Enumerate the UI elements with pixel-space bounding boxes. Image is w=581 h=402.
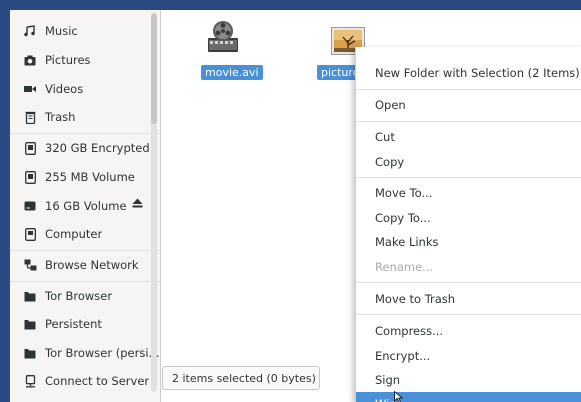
menu-separator: [356, 177, 581, 178]
drive-icon: [23, 141, 37, 155]
menu-item-cut[interactable]: Cut: [356, 125, 581, 149]
menu-item-encrypt[interactable]: Encrypt...: [356, 344, 581, 368]
video-file-icon[interactable]: [206, 20, 240, 54]
sidebar-item-label: Videos: [45, 82, 84, 96]
menu-item-copy[interactable]: Copy: [356, 150, 581, 174]
sidebar-item-label: Connect to Server: [45, 374, 150, 388]
menu-item-rename: Rename...: [375, 260, 434, 274]
menu-separator: [356, 121, 581, 122]
sidebar-item-label: Tor Browser (persi...: [45, 346, 160, 360]
film-icon: [23, 82, 37, 96]
file-label-picture[interactable]: picture: [317, 65, 357, 80]
sidebar-item-255mb-volume[interactable]: 255 MB Volume: [10, 165, 160, 189]
menu-item-make-links[interactable]: Make Links: [356, 230, 581, 254]
sidebar-separator: [10, 250, 160, 251]
folder-icon: [23, 346, 37, 360]
drive-icon: [23, 170, 37, 184]
sidebar-item-label: Persistent: [45, 317, 102, 331]
menu-separator: [356, 89, 581, 90]
sidebar-item-persistent[interactable]: Persistent: [10, 312, 160, 336]
menu-separator: [356, 314, 581, 315]
menu-item-open[interactable]: Open: [356, 93, 581, 117]
sidebar-item-label: 320 GB Encrypted: [45, 141, 150, 155]
sidebar-item-16gb-volume[interactable]: 16 GB Volume: [10, 194, 160, 218]
drive-icon: [23, 199, 37, 213]
sidebar-separator: [10, 281, 160, 282]
sidebar-item-label: Trash: [45, 110, 76, 124]
sidebar-separator: [10, 133, 160, 134]
menu-item-sign[interactable]: Sign: [356, 368, 581, 392]
menu-item-new-folder-with-selection[interactable]: New Folder with Selection (2 Items): [356, 61, 581, 85]
menu-item-copy-to[interactable]: Copy To...: [356, 206, 581, 230]
network-icon: [23, 258, 37, 272]
file-label-movie[interactable]: movie.avi: [201, 65, 263, 80]
menu-item-move-to-trash[interactable]: Move to Trash: [356, 287, 581, 311]
sidebar-item-computer[interactable]: Computer: [10, 222, 160, 246]
sidebar-item-320gb-encrypted[interactable]: 320 GB Encrypted: [10, 136, 160, 160]
sidebar-item-tor-browser[interactable]: Tor Browser: [10, 284, 160, 308]
folder-icon: [23, 289, 37, 303]
sidebar-divider: [160, 10, 161, 402]
sidebar-item-label: 255 MB Volume: [45, 170, 135, 184]
sidebar-item-tor-browser-persistent[interactable]: Tor Browser (persi...: [10, 341, 160, 365]
computer-icon: [23, 227, 37, 241]
menu-item-compress[interactable]: Compress...: [356, 319, 581, 343]
sidebar-item-label: Music: [45, 24, 78, 38]
sidebar-item-pictures[interactable]: Pictures: [10, 48, 160, 72]
sidebar-scrollbar-thumb[interactable]: [151, 14, 157, 124]
sidebar: Music Pictures Videos Trash 320 GB Encry…: [10, 10, 160, 402]
trash-icon: [23, 110, 37, 124]
sidebar-item-label: Computer: [45, 227, 103, 241]
folder-icon: [23, 317, 37, 331]
music-note-icon: [23, 24, 37, 38]
camera-icon: [23, 53, 37, 67]
server-icon: [23, 374, 37, 388]
menu-item-move-to[interactable]: Move To...: [356, 181, 581, 205]
sidebar-item-music[interactable]: Music: [10, 19, 160, 43]
context-menu: New Folder with Selection (2 Items) Open…: [355, 47, 581, 402]
mouse-pointer-icon: [394, 391, 404, 402]
sidebar-item-connect-to-server[interactable]: Connect to Server: [10, 369, 160, 393]
sidebar-item-label: Browse Network: [45, 258, 139, 272]
file-manager-window: Music Pictures Videos Trash 320 GB Encry…: [10, 10, 581, 402]
menu-item-wipe[interactable]: Wipe: [356, 392, 581, 402]
sidebar-item-label: 16 GB Volume: [45, 199, 127, 213]
sidebar-item-videos[interactable]: Videos: [10, 77, 160, 101]
sidebar-item-label: Pictures: [45, 53, 91, 67]
status-bar: 2 items selected (0 bytes): [162, 366, 320, 390]
sidebar-item-browse-network[interactable]: Browse Network: [10, 253, 160, 277]
sidebar-item-label: Tor Browser: [45, 289, 113, 303]
eject-icon[interactable]: [132, 198, 143, 211]
menu-separator: [356, 282, 581, 283]
sidebar-item-trash[interactable]: Trash: [10, 105, 160, 129]
